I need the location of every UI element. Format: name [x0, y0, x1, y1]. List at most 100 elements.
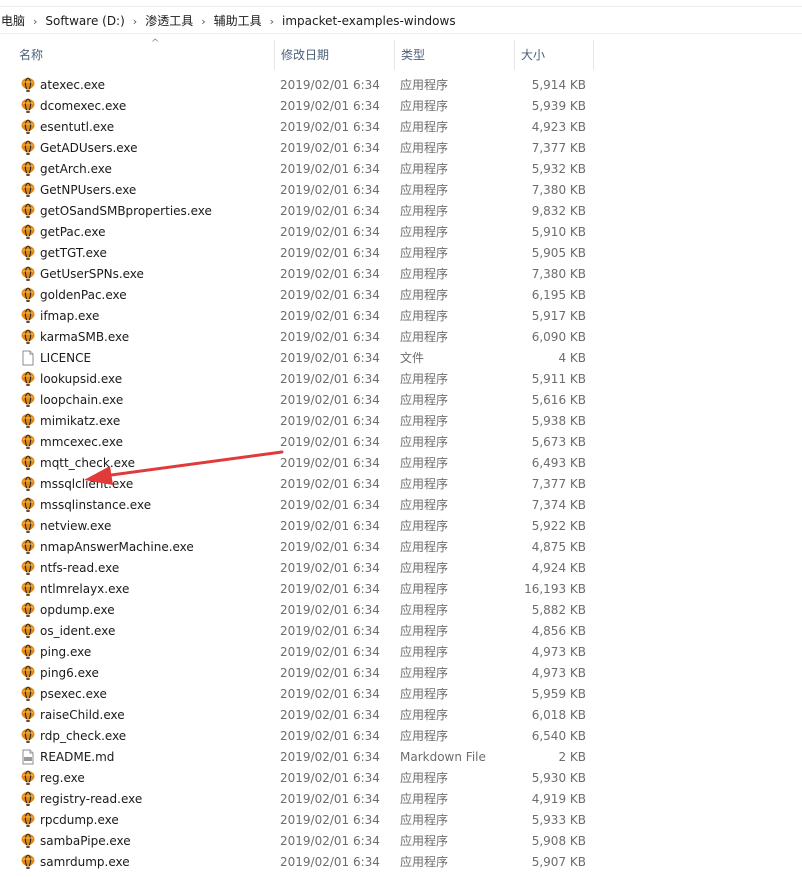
file-type: 应用程序 [400, 246, 449, 260]
file-modified-date: 2019/02/01 6:34 [280, 120, 380, 134]
balloon-exe-icon [20, 728, 36, 744]
file-row[interactable]: getArch.exe 2019/02/01 6:34 应用程序 5,932 KB [0, 159, 802, 180]
chevron-right-icon[interactable]: › [197, 15, 209, 28]
file-size: 5,673 KB [531, 435, 586, 449]
file-modified-date: 2019/02/01 6:34 [280, 750, 380, 764]
file-modified-date: 2019/02/01 6:34 [280, 414, 380, 428]
file-row[interactable]: netview.exe 2019/02/01 6:34 应用程序 5,922 KB [0, 516, 802, 537]
file-name: lookupsid.exe [40, 372, 123, 386]
file-row[interactable]: samrdump.exe 2019/02/01 6:34 应用程序 5,907 KB [0, 852, 802, 873]
column-header-size[interactable]: 大小 [514, 40, 594, 70]
file-modified-date: 2019/02/01 6:34 [280, 330, 380, 344]
markdown-file-icon [20, 749, 36, 765]
file-size: 4,973 KB [531, 666, 586, 680]
file-type: 应用程序 [400, 561, 449, 575]
file-row[interactable]: esentutl.exe 2019/02/01 6:34 应用程序 4,923 KB [0, 117, 802, 138]
sort-ascending-icon: ^ [151, 38, 160, 49]
breadcrumb-folder-pentest-tools[interactable]: 渗透工具 [141, 9, 197, 33]
file-row[interactable]: loopchain.exe 2019/02/01 6:34 应用程序 5,616 KB [0, 390, 802, 411]
balloon-exe-icon [20, 602, 36, 618]
breadcrumb-current-folder[interactable]: impacket-examples-windows [278, 9, 460, 33]
file-row[interactable]: registry-read.exe 2019/02/01 6:34 应用程序 4,91… [0, 789, 802, 810]
breadcrumb[interactable]: 电脑 › Software (D:) › 渗透工具 › 辅助工具 › impac… [0, 9, 802, 34]
file-modified-date: 2019/02/01 6:34 [280, 603, 380, 617]
file-modified-date: 2019/02/01 6:34 [280, 225, 380, 239]
file-row[interactable]: GetADUsers.exe 2019/02/01 6:34 应用程序 7,377 K… [0, 138, 802, 159]
column-header-date[interactable]: 修改日期 [274, 40, 394, 70]
file-type: 应用程序 [400, 141, 449, 155]
file-type: 应用程序 [400, 540, 449, 554]
file-row[interactable]: karmaSMB.exe 2019/02/01 6:34 应用程序 6,090 KB [0, 327, 802, 348]
chevron-right-icon[interactable]: › [129, 15, 141, 28]
file-row[interactable]: ping6.exe 2019/02/01 6:34 应用程序 4,973 KB [0, 663, 802, 684]
file-size: 9,832 KB [531, 204, 586, 218]
file-row[interactable]: psexec.exe 2019/02/01 6:34 应用程序 5,959 KB [0, 684, 802, 705]
file-row[interactable]: ping.exe 2019/02/01 6:34 应用程序 4,973 KB [0, 642, 802, 663]
file-name: mimikatz.exe [40, 414, 121, 428]
file-row[interactable]: mssqlclient.exe 2019/02/01 6:34 应用程序 7,377 … [0, 474, 802, 495]
file-row[interactable]: lookupsid.exe 2019/02/01 6:34 应用程序 5,911 KB [0, 369, 802, 390]
file-row[interactable]: rpcdump.exe 2019/02/01 6:34 应用程序 5,933 KB [0, 810, 802, 831]
file-row[interactable]: reg.exe 2019/02/01 6:34 应用程序 5,930 KB [0, 768, 802, 789]
file-size: 5,882 KB [531, 603, 586, 617]
breadcrumb-folder-aux-tools[interactable]: 辅助工具 [210, 9, 266, 33]
file-name: getTGT.exe [40, 246, 107, 260]
file-type: 应用程序 [400, 99, 449, 113]
file-row[interactable]: getTGT.exe 2019/02/01 6:34 应用程序 5,905 KB [0, 243, 802, 264]
column-header-type[interactable]: 类型 [394, 40, 514, 70]
file-row[interactable]: GetNPUsers.exe 2019/02/01 6:34 应用程序 7,380 K… [0, 180, 802, 201]
column-header-size-label: 大小 [521, 48, 546, 62]
file-row[interactable]: sambaPipe.exe 2019/02/01 6:34 应用程序 5,908 KB [0, 831, 802, 852]
file-type: 应用程序 [400, 771, 449, 785]
file-row[interactable]: nmapAnswerMachine.exe 2019/02/01 6:34 应用程序… [0, 537, 802, 558]
file-name: GetNPUsers.exe [40, 183, 137, 197]
file-row[interactable]: mssqlinstance.exe 2019/02/01 6:34 应用程序 7,37… [0, 495, 802, 516]
file-row[interactable]: mmcexec.exe 2019/02/01 6:34 应用程序 5,673 KB [0, 432, 802, 453]
file-row[interactable]: opdump.exe 2019/02/01 6:34 应用程序 5,882 KB [0, 600, 802, 621]
file-row[interactable]: ntfs-read.exe 2019/02/01 6:34 应用程序 4,924 KB [0, 558, 802, 579]
file-modified-date: 2019/02/01 6:34 [280, 771, 380, 785]
file-row[interactable]: ntlmrelayx.exe 2019/02/01 6:34 应用程序 16,193 … [0, 579, 802, 600]
file-row[interactable]: mimikatz.exe 2019/02/01 6:34 应用程序 5,938 KB [0, 411, 802, 432]
file-name: mqtt_check.exe [40, 456, 135, 470]
file-name: netview.exe [40, 519, 112, 533]
file-name: karmaSMB.exe [40, 330, 130, 344]
balloon-exe-icon [20, 833, 36, 849]
file-row[interactable]: ifmap.exe 2019/02/01 6:34 应用程序 5,917 KB [0, 306, 802, 327]
file-size: 5,930 KB [531, 771, 586, 785]
file-name: rdp_check.exe [40, 729, 127, 743]
balloon-exe-icon [20, 770, 36, 786]
file-modified-date: 2019/02/01 6:34 [280, 141, 380, 155]
file-row[interactable]: README.md 2019/02/01 6:34 Markdown File 2 K… [0, 747, 802, 768]
file-row[interactable]: rdp_check.exe 2019/02/01 6:34 应用程序 6,540 KB [0, 726, 802, 747]
file-row[interactable]: getPac.exe 2019/02/01 6:34 应用程序 5,910 KB [0, 222, 802, 243]
file-type: 文件 [400, 351, 425, 365]
file-name: raiseChild.exe [40, 708, 125, 722]
column-header-name[interactable]: 名称 ^ [13, 38, 274, 70]
file-row[interactable]: os_ident.exe 2019/02/01 6:34 应用程序 4,856 KB [0, 621, 802, 642]
breadcrumb-this-pc[interactable]: 电脑 [0, 9, 29, 33]
file-name: mssqlclient.exe [40, 477, 134, 491]
file-row[interactable]: GetUserSPNs.exe 2019/02/01 6:34 应用程序 7,380 … [0, 264, 802, 285]
file-row[interactable]: dcomexec.exe 2019/02/01 6:34 应用程序 5,939 KB [0, 96, 802, 117]
file-row[interactable]: mqtt_check.exe 2019/02/01 6:34 应用程序 6,493 K… [0, 453, 802, 474]
file-name: getOSandSMBproperties.exe [40, 204, 212, 218]
file-size: 7,374 KB [531, 498, 586, 512]
file-modified-date: 2019/02/01 6:34 [280, 372, 380, 386]
file-row[interactable]: raiseChild.exe 2019/02/01 6:34 应用程序 6,018 K… [0, 705, 802, 726]
file-modified-date: 2019/02/01 6:34 [280, 708, 380, 722]
breadcrumb-drive[interactable]: Software (D:) [41, 9, 128, 33]
file-row[interactable]: LICENCE 2019/02/01 6:34 文件 4 KB [0, 348, 802, 369]
file-row[interactable]: goldenPac.exe 2019/02/01 6:34 应用程序 6,195 KB [0, 285, 802, 306]
file-modified-date: 2019/02/01 6:34 [280, 78, 380, 92]
file-type: 应用程序 [400, 729, 449, 743]
file-size: 5,616 KB [531, 393, 586, 407]
balloon-exe-icon [20, 581, 36, 597]
file-name: mmcexec.exe [40, 435, 123, 449]
chevron-right-icon[interactable]: › [266, 15, 278, 28]
file-row[interactable]: getOSandSMBproperties.exe 2019/02/01 6:34… [0, 201, 802, 222]
chevron-right-icon[interactable]: › [29, 15, 41, 28]
balloon-exe-icon [20, 497, 36, 513]
file-name: samrdump.exe [40, 855, 130, 869]
file-row[interactable]: atexec.exe 2019/02/01 6:34 应用程序 5,914 KB [0, 75, 802, 96]
